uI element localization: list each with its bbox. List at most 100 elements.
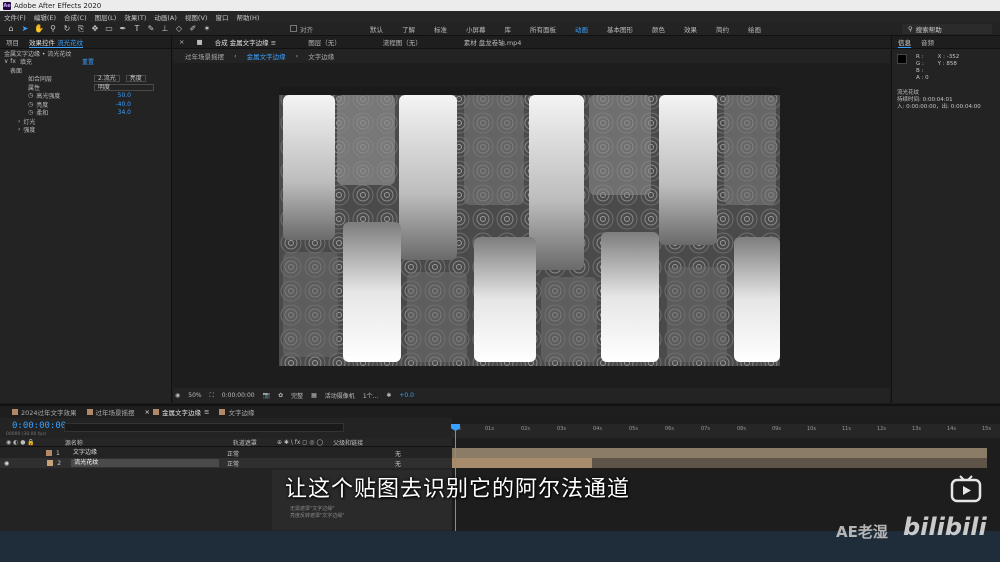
source-dropdown[interactable]: 亮度 (125, 75, 146, 83)
clone-stamp-icon[interactable]: ⊥ (160, 24, 170, 34)
always-preview-icon[interactable]: ◉ (175, 392, 180, 399)
time-ruler[interactable]: 0s 01s 02s 03s 04s 05s 06s 07s 08s 09s 1… (452, 424, 1000, 438)
pen-tool-icon[interactable]: ✒ (118, 24, 128, 34)
timeline-tab-1[interactable]: 2024过年文字效果 (12, 407, 77, 417)
tab-effect-controls[interactable]: 效果控件 流光花纹 (29, 37, 84, 48)
resolution-dropdown[interactable]: 完整 (291, 391, 303, 400)
tab-layer[interactable]: 图层（无） (308, 37, 341, 47)
menu-file[interactable]: 文件(F) (4, 12, 26, 22)
close-icon[interactable]: × (179, 38, 184, 46)
views-dropdown[interactable]: 1个... (363, 391, 379, 400)
ec-effect-header[interactable]: ∨ fx 填充 重置 (0, 57, 171, 66)
brush-tool-icon[interactable]: ✎ (146, 24, 156, 34)
tab-audio[interactable]: 音频 (921, 37, 934, 47)
stopwatch-icon[interactable]: ◷ (28, 101, 33, 108)
hand-tool-icon[interactable]: ✋ (34, 24, 44, 34)
workspace-minimal[interactable]: 简约 (716, 24, 729, 34)
exposure-value[interactable]: +0.0 (399, 392, 414, 399)
workspace-effects[interactable]: 效果 (684, 24, 697, 34)
breadcrumb-item[interactable]: 过年场景摇摆 (185, 51, 224, 61)
workspace-default[interactable]: 默认 (370, 24, 383, 34)
camera-dropdown[interactable]: 活动摄像机 (325, 391, 355, 400)
rectangle-tool-icon[interactable]: ▭ (104, 24, 114, 34)
breadcrumb-item-active[interactable]: 金属文字边缘 (247, 51, 286, 61)
tab-project[interactable]: 项目 (6, 37, 19, 47)
layer-bar[interactable] (452, 458, 592, 468)
snapshot-icon[interactable]: 📷 (263, 392, 270, 399)
menu-edit[interactable]: 编辑(E) (34, 12, 56, 22)
layer-name[interactable]: 文字边缘 (70, 449, 218, 457)
composition-canvas[interactable] (279, 87, 780, 366)
tab-flowchart[interactable]: 流程图（无） (383, 37, 422, 47)
layer-mode[interactable]: 正常 (227, 449, 239, 458)
layer-mode[interactable]: 正常 (227, 459, 239, 468)
type-tool-icon[interactable]: T (132, 24, 142, 34)
home-icon[interactable]: ⌂ (6, 24, 16, 34)
timeline-tab-2[interactable]: 过年场景摇摆 (86, 407, 135, 417)
workspace-learn[interactable]: 了解 (402, 24, 415, 34)
pan-behind-tool-icon[interactable]: ✥ (90, 24, 100, 34)
workspace-small-screen[interactable]: 小屏幕 (466, 24, 486, 34)
color-channel-icon[interactable]: ✿ (278, 392, 283, 399)
layer-row[interactable]: ◉ 2 流光花纹 正常 无 (0, 458, 452, 468)
puppet-pin-icon[interactable]: ✶ (202, 24, 212, 34)
layer-row[interactable]: 1 文字边缘 正常 无 (0, 448, 452, 458)
menu-window[interactable]: 窗口 (215, 12, 228, 22)
reset-exposure-icon[interactable]: ✱ (386, 392, 391, 399)
eye-icon[interactable]: ◉ (4, 460, 9, 467)
selection-tool-icon[interactable]: ➤ (20, 24, 30, 34)
snap-checkbox-icon[interactable] (290, 25, 297, 32)
zoom-dropdown[interactable]: 50% (188, 392, 201, 399)
ec-row-light[interactable]: › 灯光 (0, 117, 171, 126)
workspace-animation[interactable]: 动画 (575, 24, 588, 34)
workspace-color[interactable]: 颜色 (652, 24, 665, 34)
timeline-tab-3[interactable]: × 金属文字边缘 ≡ (145, 407, 210, 417)
menu-view[interactable]: 视图(V) (185, 12, 208, 22)
layer-dropdown[interactable]: 2.流光 (94, 75, 120, 83)
timeline-timecode[interactable]: 0:00:00:00 (12, 421, 66, 431)
workspace-standard[interactable]: 标准 (434, 24, 447, 34)
layer-parent[interactable]: 无 (395, 449, 401, 458)
effect-reset-button[interactable]: 重置 (82, 57, 94, 66)
menu-layer[interactable]: 图层(L) (95, 12, 117, 22)
menu-help[interactable]: 帮助(H) (236, 12, 259, 22)
workspace-all-panels[interactable]: 所有面板 (530, 24, 556, 34)
eraser-icon[interactable]: ◇ (174, 24, 184, 34)
lock-icon[interactable]: ■ (196, 38, 202, 46)
transparency-grid-icon[interactable]: ▦ (311, 392, 317, 399)
rotate-tool-icon[interactable]: ↻ (62, 24, 72, 34)
workspace-essential-graphics[interactable]: 基本图形 (607, 24, 633, 34)
menu-animation[interactable]: 动画(A) (154, 12, 177, 22)
tab-composition[interactable]: 合成 金属文字边缘 ≡ (215, 37, 277, 47)
label-color[interactable] (46, 450, 52, 456)
menu-composition[interactable]: 合成(C) (64, 12, 87, 22)
menu-effect[interactable]: 效果(T) (124, 12, 146, 22)
roto-brush-icon[interactable]: ✐ (188, 24, 198, 34)
stopwatch-icon[interactable]: ◷ (28, 92, 33, 99)
stopwatch-icon[interactable]: ◷ (28, 109, 33, 116)
layer-parent[interactable]: 无 (395, 459, 401, 468)
workspace-paint[interactable]: 绘画 (748, 24, 761, 34)
layer-bar[interactable] (452, 448, 987, 458)
close-icon[interactable]: × (145, 408, 150, 416)
tab-info[interactable]: 信息 (898, 37, 911, 48)
ec-row-value[interactable]: 50.0 (118, 92, 171, 99)
composition-viewer[interactable] (173, 63, 890, 387)
layer-name[interactable]: 流光花纹 (71, 459, 220, 467)
snap-toggle[interactable]: 对齐 (290, 24, 370, 34)
layer-bar-extended[interactable] (592, 458, 987, 468)
ec-row-value[interactable]: 34.0 (118, 109, 171, 116)
workspace-library[interactable]: 库 (505, 24, 512, 34)
ec-row-strength[interactable]: › 强度 (0, 126, 171, 134)
timecode-display[interactable]: 0:00:00:00 (222, 392, 255, 399)
fit-icon[interactable]: ⛶ (210, 392, 214, 400)
label-color[interactable] (47, 460, 54, 466)
camera-tool-icon[interactable]: ⎘ (76, 24, 86, 34)
search-help-field[interactable]: ⚲ 搜索帮助 (902, 24, 992, 34)
tab-footage[interactable]: 素材 盘龙卷轴.mp4 (464, 37, 522, 47)
property-dropdown[interactable]: 明度 (94, 83, 154, 91)
zoom-tool-icon[interactable]: ⚲ (48, 24, 58, 34)
ec-row-value[interactable]: -40.0 (115, 101, 171, 108)
timeline-tab-4[interactable]: 文字边缘 (219, 407, 254, 417)
timeline-search-input[interactable] (64, 423, 344, 432)
